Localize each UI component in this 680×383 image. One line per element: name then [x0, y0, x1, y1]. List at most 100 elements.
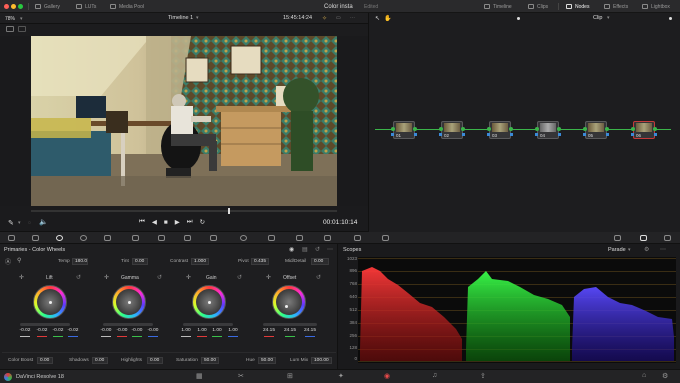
go-to-start-icon[interactable]: ⏮	[139, 218, 145, 226]
hand-tool-icon[interactable]: ✋	[384, 15, 391, 22]
color-match-icon[interactable]	[32, 235, 39, 241]
qualifier-icon[interactable]	[210, 235, 217, 241]
offset-r-value[interactable]: 24.15	[261, 328, 277, 333]
node-05[interactable]: 05	[583, 121, 609, 139]
viewer-mode-icon[interactable]	[6, 26, 14, 32]
clips-button[interactable]: Clips	[528, 3, 548, 10]
node-mode-label[interactable]: Clip	[593, 15, 602, 21]
tint-field[interactable]: 0.00	[132, 258, 148, 265]
zoom-dropdown-icon[interactable]: ▾	[20, 16, 23, 22]
bars-mode-icon[interactable]: ▤	[302, 246, 308, 253]
offset-g-value[interactable]: 24.15	[282, 328, 298, 333]
loop-icon[interactable]: ↻	[200, 218, 205, 226]
deliver-page-icon[interactable]: ⇪	[480, 372, 486, 380]
gamma-wheel[interactable]	[112, 285, 146, 319]
picker-icon[interactable]: ⚲	[17, 257, 21, 264]
key-icon[interactable]	[354, 235, 361, 241]
zoom-level[interactable]: 78%	[5, 16, 15, 22]
more-options-icon[interactable]: ⋯	[327, 246, 333, 253]
magic-mask-icon[interactable]	[296, 235, 303, 241]
offset-wheel[interactable]	[272, 285, 306, 319]
media-page-icon[interactable]: ▦	[196, 372, 203, 380]
node-04[interactable]: 04	[535, 121, 561, 139]
node-mode-dropdown-icon[interactable]: ▾	[607, 15, 610, 21]
nodes-button[interactable]: Nodes	[566, 3, 589, 10]
media-pool-button[interactable]: Media Pool	[110, 3, 144, 10]
motion-effects-icon[interactable]	[104, 235, 111, 241]
lift-crosshair-icon[interactable]: ✛	[19, 274, 24, 281]
volume-icon[interactable]: 🔈	[39, 218, 48, 226]
video-preview[interactable]	[31, 36, 337, 206]
viewer-options-icon[interactable]: ⋯	[350, 15, 355, 21]
gamma-crosshair-icon[interactable]: ✛	[104, 274, 109, 281]
home-icon[interactable]: ⌂	[642, 372, 646, 379]
close-window-button[interactable]	[4, 4, 9, 9]
lift-y-value[interactable]: -0.02	[18, 328, 32, 333]
gain-b-value[interactable]: 1.00	[227, 328, 239, 333]
timeline-name[interactable]: Timeline 1	[168, 15, 193, 21]
color-boost-field[interactable]: 0.00	[37, 357, 53, 364]
cut-page-icon[interactable]: ✂	[238, 372, 244, 380]
luts-button[interactable]: LUTs	[76, 3, 96, 10]
hdr-icon[interactable]	[132, 235, 139, 241]
gamma-g-value[interactable]: -0.00	[130, 328, 144, 333]
middetail-field[interactable]: 0.00	[311, 258, 329, 265]
window-icon[interactable]	[240, 235, 247, 241]
viewer-layout-icon[interactable]: ▭	[336, 15, 341, 21]
color-wheels-icon[interactable]	[56, 235, 63, 241]
wheels-mode-icon[interactable]: ◉	[289, 246, 294, 253]
shadows-field[interactable]: 0.00	[92, 357, 108, 364]
gain-r-value[interactable]: 1.00	[196, 328, 208, 333]
lift-b-value[interactable]: -0.02	[66, 328, 80, 333]
auto-balance-icon[interactable]: Ⓐ	[5, 257, 11, 266]
lightbox-button[interactable]: Lightbox	[642, 3, 670, 10]
offset-crosshair-icon[interactable]: ✛	[266, 274, 271, 281]
node-02[interactable]: 02	[439, 121, 465, 139]
scope-mode-dropdown-icon[interactable]: ▾	[628, 247, 631, 253]
scope-settings-icon[interactable]: ⚙	[644, 246, 649, 253]
gain-wheel[interactable]	[192, 285, 226, 319]
gain-crosshair-icon[interactable]: ✛	[186, 274, 191, 281]
maximize-window-button[interactable]	[18, 4, 23, 9]
lift-r-value[interactable]: -0.02	[35, 328, 49, 333]
offset-master-slider[interactable]	[263, 323, 317, 326]
gamma-master-slider[interactable]	[103, 323, 153, 326]
info-icon[interactable]	[664, 235, 671, 241]
gain-g-value[interactable]: 1.00	[211, 328, 223, 333]
scope-options-icon[interactable]: ⋯	[660, 246, 666, 253]
node-editor[interactable]: ↖ ✋ Clip ▾ 01 02 03 04 05 06	[368, 13, 680, 232]
scopes-icon[interactable]	[640, 235, 647, 241]
pointer-tool-icon[interactable]: ↖	[375, 15, 380, 22]
playhead[interactable]	[228, 208, 230, 214]
minimize-window-button[interactable]	[11, 4, 16, 9]
node-01[interactable]: 01	[391, 121, 417, 139]
tracker-icon[interactable]	[268, 235, 275, 241]
gain-y-value[interactable]: 1.00	[180, 328, 192, 333]
reset-all-icon[interactable]: ↺	[315, 246, 320, 253]
highlight-icon[interactable]: ✧	[322, 15, 327, 22]
lift-wheel[interactable]	[33, 285, 67, 319]
split-screen-icon[interactable]	[18, 26, 26, 32]
color-warper-icon[interactable]	[184, 235, 191, 241]
offset-b-value[interactable]: 24.15	[302, 328, 318, 333]
sizing-icon[interactable]	[382, 235, 389, 241]
temp-field[interactable]: 180.0	[72, 258, 88, 265]
curves-icon[interactable]	[158, 235, 165, 241]
settings-icon[interactable]: ⚙	[662, 372, 668, 380]
reverse-play-icon[interactable]: ◀	[152, 218, 157, 226]
timeline-button[interactable]: Timeline	[484, 3, 512, 10]
hue-field[interactable]: 50.00	[258, 357, 276, 364]
saturation-field[interactable]: 50.00	[201, 357, 219, 364]
go-to-end-icon[interactable]: ⏭	[187, 218, 193, 226]
pen-tool-icon[interactable]: ✎	[8, 219, 14, 227]
bypass-icon[interactable]: ◌	[28, 220, 31, 226]
camera-raw-icon[interactable]	[8, 235, 15, 241]
gallery-button[interactable]: Gallery	[35, 3, 60, 10]
lum-mix-field[interactable]: 100.00	[311, 357, 332, 364]
contrast-field[interactable]: 1.000	[191, 258, 209, 265]
edit-page-icon[interactable]: ⊞	[287, 372, 293, 380]
effects-button[interactable]: Effects	[604, 3, 628, 10]
color-page-icon[interactable]: ◉	[384, 372, 390, 380]
lift-reset-icon[interactable]: ↺	[76, 274, 81, 281]
play-icon[interactable]: ▶	[175, 218, 180, 226]
